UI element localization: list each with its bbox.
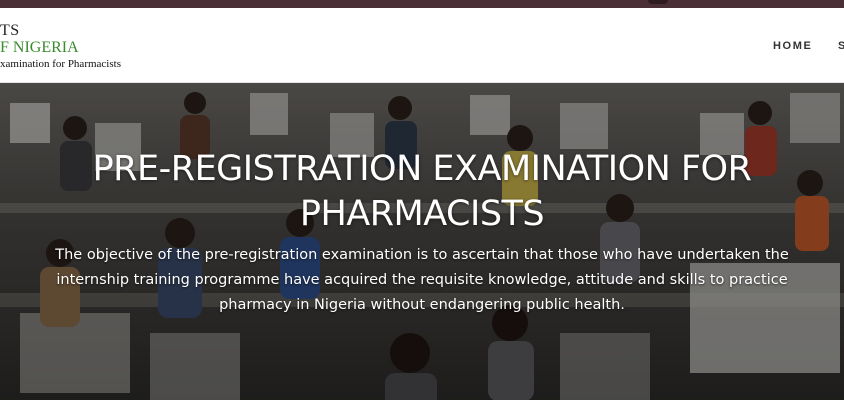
hero-description: The objective of the pre-registration ex… xyxy=(55,247,789,313)
hero-dark-overlay xyxy=(0,83,844,400)
logo-text-line-1: TS xyxy=(0,22,20,39)
top-bar-tab xyxy=(648,0,668,4)
nav-item-next[interactable]: S xyxy=(838,40,844,52)
hero-banner: PRE-REGISTRATION EXAMINATION FOR PHARMAC… xyxy=(0,83,844,400)
site-logo[interactable]: TS F NIGERIA xamination for Pharmacists xyxy=(0,22,160,78)
site-header: TS F NIGERIA xamination for Pharmacists … xyxy=(0,8,844,83)
hero-title: PRE-REGISTRATION EXAMINATION FOR PHARMAC… xyxy=(92,149,752,234)
top-accent-bar xyxy=(0,0,844,8)
logo-tagline: xamination for Pharmacists xyxy=(0,58,121,70)
logo-text-line-2: F NIGERIA xyxy=(0,39,79,56)
nav-item-home[interactable]: HOME xyxy=(773,40,812,52)
